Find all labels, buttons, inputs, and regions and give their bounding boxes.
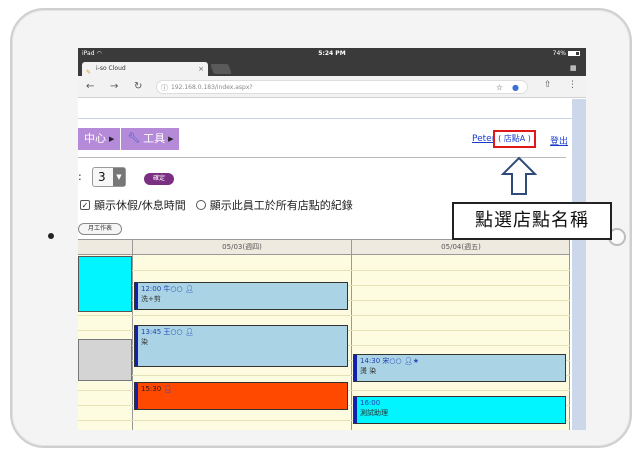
bookmark-star-icon[interactable]: ☆ xyxy=(496,81,503,95)
appointment-block[interactable]: 13:45 王○○ 👤︎ 染 xyxy=(134,325,348,367)
wrench-icon: 🔧︎ xyxy=(127,133,141,144)
select-value: 3 xyxy=(98,170,106,184)
logout-link[interactable]: 登出 xyxy=(550,134,568,147)
event-time: 15:30 xyxy=(141,385,162,393)
up-arrow-icon xyxy=(501,156,537,195)
event-accent-bar xyxy=(135,283,138,309)
show-all-stores-checkbox[interactable] xyxy=(195,200,206,210)
appointment-block[interactable]: 16:00 測試助理 xyxy=(353,396,566,424)
monthly-sheet-button[interactable]: 月工作表 xyxy=(78,223,122,235)
forward-icon[interactable]: → xyxy=(110,80,118,94)
appointment-block[interactable]: 12:00 牛○○ 👤︎ 洗+剪 xyxy=(134,282,348,310)
chevron-right-icon: ▶ xyxy=(168,135,174,143)
new-tab-button[interactable] xyxy=(210,64,232,74)
chevron-down-icon: ▼ xyxy=(113,168,125,186)
show-leave-label: 顯示休假/休息時間 xyxy=(94,199,186,212)
back-icon[interactable]: ← xyxy=(86,80,94,94)
tab-switcher-icon[interactable]: ▦ xyxy=(570,64,578,72)
chevron-right-icon: ▶ xyxy=(109,135,115,143)
show-all-stores-label: 顯示此員工於所有店點的紀錄 xyxy=(209,199,353,212)
event-desc: 染 xyxy=(141,338,148,346)
url-field[interactable]: ⓘ 192.168.0.183/index.aspx? ☆ ● xyxy=(156,80,528,94)
close-tab-icon[interactable]: × xyxy=(198,62,204,76)
tab-strip: ✎ i-so Cloud × ▦ xyxy=(78,60,586,76)
menu-item-tools[interactable]: 🔧︎ 工具 ▶ xyxy=(121,128,181,150)
event-time: 12:00 牛○○ xyxy=(141,285,183,293)
address-bar: ← → ↻ ⓘ 192.168.0.183/index.aspx? ☆ ● ⇧ … xyxy=(78,76,586,98)
event-time: 13:45 王○○ xyxy=(141,328,183,336)
appointment-block[interactable]: 14:30 宋○○ 👤︎★ 燙 染 xyxy=(353,354,566,382)
day-header: 05/03(週四) xyxy=(133,240,351,255)
user-name-link[interactable]: Peter xyxy=(472,134,495,144)
day-header-previous xyxy=(78,240,132,255)
column-divider xyxy=(351,240,352,430)
event-accent-bar xyxy=(354,355,357,381)
event-desc: 測試助理 xyxy=(360,409,388,417)
header-divider xyxy=(78,157,566,158)
column-divider xyxy=(569,240,570,430)
menu-item-center[interactable]: 中心 ▶ xyxy=(78,128,122,150)
event-accent-bar xyxy=(354,397,357,423)
time-gridline xyxy=(78,270,570,271)
reload-icon[interactable]: ↻ xyxy=(134,80,142,94)
previous-day-block[interactable] xyxy=(78,339,132,381)
column-divider xyxy=(132,240,133,430)
confirm-button[interactable]: 確定 xyxy=(144,173,174,185)
battery-icon xyxy=(568,51,580,56)
page-side-strip xyxy=(572,99,586,430)
browser-tab[interactable]: ✎ i-so Cloud × xyxy=(82,62,208,76)
web-page: 中心 ▶ 🔧︎ 工具 ▶ Peter ( 店點A ) 登出 : 3 ▼ 確定 ✓ xyxy=(78,99,586,430)
store-name-link[interactable]: ( 店點A ) xyxy=(493,130,536,148)
clock: 5:24 PM xyxy=(318,50,346,57)
event-accent-bar xyxy=(135,383,138,409)
day-header: 05/04(週五) xyxy=(352,240,570,255)
camera-dot xyxy=(48,233,54,239)
url-text: 192.168.0.183/index.aspx? xyxy=(171,84,253,91)
event-accent-bar xyxy=(135,326,138,366)
customer-icon: 👤︎★ xyxy=(403,357,420,365)
menu-icon[interactable]: ⋮ xyxy=(568,80,577,90)
page-top-band xyxy=(78,99,572,119)
ipad-frame: iPad ◠ 5:24 PM 74% ✎ i-so Cloud × ▦ ← → … xyxy=(10,8,632,448)
event-desc: 燙 染 xyxy=(360,367,377,375)
menu-item-label: 工具 xyxy=(143,132,166,145)
filter-checkboxes: ✓ 顯示休假/休息時間 顯示此員工於所有店點的紀錄 xyxy=(80,197,353,213)
battery-status: 74% xyxy=(553,48,580,60)
appointment-block[interactable]: 15:30 👤︎ xyxy=(134,382,348,410)
mic-icon[interactable]: ● xyxy=(512,81,519,95)
tab-title: i-so Cloud xyxy=(96,65,126,72)
week-select[interactable]: 3 ▼ xyxy=(92,167,126,187)
event-time: 16:00 xyxy=(360,399,381,407)
status-bar: iPad ◠ 5:24 PM 74% xyxy=(78,48,586,60)
previous-day-block[interactable] xyxy=(78,256,132,312)
share-icon[interactable]: ⇧ xyxy=(544,80,552,90)
customer-icon: 👤︎ xyxy=(163,385,173,393)
instruction-callout: 點選店點名稱 xyxy=(452,202,612,240)
event-time: 14:30 宋○○ xyxy=(360,357,402,365)
menu-item-label: 中心 xyxy=(84,132,106,145)
customer-icon: 👤︎ xyxy=(184,285,194,293)
calendar-grid: 05/03(週四) 05/04(週五) 12:00 牛○○ 👤︎ 洗+剪 13:… xyxy=(78,239,570,430)
info-icon: ⓘ xyxy=(161,84,168,92)
time-gridline xyxy=(78,315,570,316)
event-desc: 洗+剪 xyxy=(141,295,161,303)
filter-colon: : xyxy=(78,170,82,183)
customer-icon: 👤︎ xyxy=(184,328,194,336)
show-leave-checkbox[interactable]: ✓ xyxy=(80,200,90,210)
main-menu: 中心 ▶ 🔧︎ 工具 ▶ xyxy=(78,128,181,150)
